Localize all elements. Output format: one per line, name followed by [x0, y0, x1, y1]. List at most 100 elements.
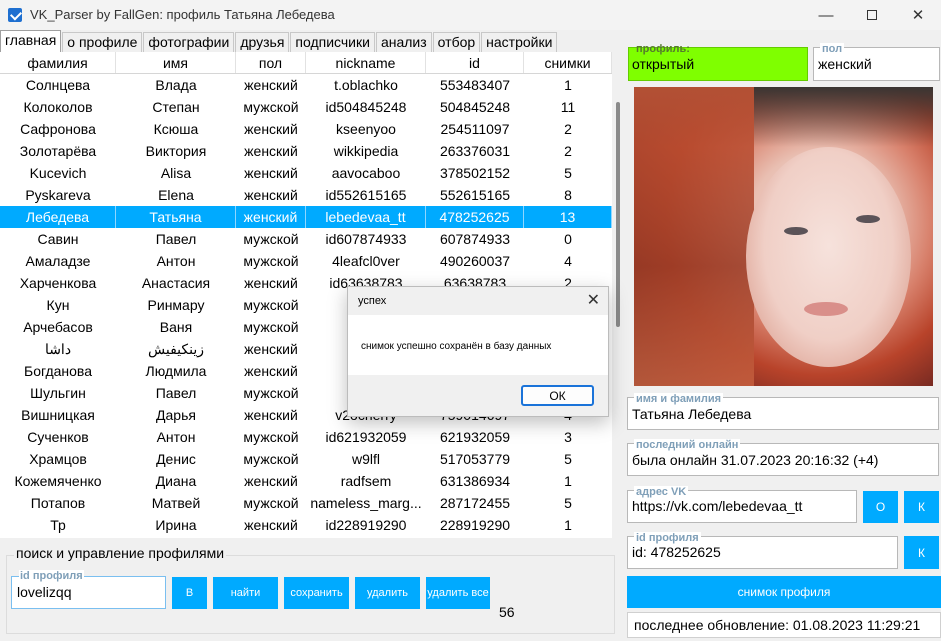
- cell-gender: мужской: [243, 319, 299, 335]
- column-header-id[interactable]: id: [426, 52, 524, 73]
- cell-id: 631386934: [439, 473, 511, 489]
- copy-url-button[interactable]: К: [904, 491, 939, 523]
- cell-firstname: Влада: [155, 77, 197, 93]
- column-header-snapshots[interactable]: снимки: [524, 52, 612, 73]
- cell-lastname: Вишницкая: [21, 407, 95, 423]
- cell-firstname: Анастасия: [141, 275, 211, 291]
- cell-firstname: Павел: [155, 231, 197, 247]
- profile-id-label: id профиля: [634, 532, 701, 544]
- table-row[interactable]: Золотарёва Виктория женский wikkipedia 26337…: [0, 140, 612, 162]
- table-row[interactable]: Потапов Матвей мужской nameless_marg... 2871…: [0, 492, 612, 514]
- cell-id: 517053779: [439, 451, 511, 467]
- cell-lastname: Сученков: [27, 429, 89, 445]
- b-button[interactable]: В: [172, 577, 207, 609]
- name-label: имя и фамилия: [634, 393, 724, 405]
- cell-nickname: id621932059: [325, 429, 407, 445]
- table-row[interactable]: Солнцева Влада женский t.oblachko 553483407 1: [0, 74, 612, 96]
- dialog-close-icon[interactable]: ✕: [587, 290, 600, 310]
- cell-lastname: Pyskareva: [25, 187, 91, 203]
- cell-firstname: Денис: [156, 451, 196, 467]
- cell-firstname: Татьяна: [116, 206, 236, 228]
- cell-nickname: radfsem: [340, 473, 392, 489]
- minimize-button[interactable]: —: [803, 0, 849, 30]
- column-header-gender[interactable]: пол: [236, 52, 306, 73]
- cell-id: 287172455: [439, 495, 511, 511]
- column-header-lastname[interactable]: фамилия: [0, 52, 116, 73]
- cell-lastname: Kucevich: [29, 165, 87, 181]
- online-label: последний онлайн: [634, 439, 741, 451]
- cell-id: 621932059: [439, 429, 511, 445]
- maximize-button[interactable]: [849, 0, 895, 30]
- tab-photos[interactable]: фотографии: [143, 32, 235, 52]
- success-dialog: успех ✕ снимок успешно сохранён в базу д…: [347, 286, 609, 417]
- cell-firstname: Антон: [156, 429, 196, 445]
- dialog-ok-button[interactable]: ОК: [521, 385, 594, 406]
- tab-friends[interactable]: друзья: [235, 32, 290, 52]
- profile-id-value[interactable]: id: 478252625: [632, 544, 721, 560]
- cell-firstname: Дарья: [156, 407, 196, 423]
- column-header-firstname[interactable]: имя: [116, 52, 236, 73]
- delete-button[interactable]: удалить: [355, 577, 420, 609]
- cell-nickname: id228919290: [325, 517, 407, 533]
- tab-about[interactable]: о профиле: [62, 32, 143, 52]
- cell-firstname: Матвей: [151, 495, 201, 511]
- find-button[interactable]: найти: [213, 577, 278, 609]
- cell-nickname: lebedevaa_tt: [306, 206, 426, 228]
- cell-gender: мужской: [243, 231, 299, 247]
- table-row[interactable]: Лебедева Татьяна женский lebedevaa_tt 478252…: [0, 206, 612, 228]
- profile-snapshot-button[interactable]: снимок профиля: [627, 576, 941, 608]
- save-button[interactable]: сохранить: [284, 577, 349, 609]
- cell-id: 378502152: [439, 165, 511, 181]
- table-row[interactable]: Кожемяченко Диана женский radfsem 631386934 1: [0, 470, 612, 492]
- profiles-count: 56: [499, 604, 515, 620]
- table-row[interactable]: Сученков Антон мужской id621932059 621932059…: [0, 426, 612, 448]
- cell-snapshots: 4: [564, 253, 572, 269]
- cell-lastname: Сафронова: [20, 121, 96, 137]
- table-scrollbar[interactable]: [612, 52, 624, 538]
- cell-gender: женский: [244, 77, 298, 93]
- cell-snapshots: 1: [564, 517, 572, 533]
- cell-lastname: Тр: [50, 517, 66, 533]
- cell-firstname: Alisa: [160, 165, 192, 181]
- copy-id-button[interactable]: К: [904, 536, 939, 569]
- cell-lastname: Потапов: [30, 495, 86, 511]
- cell-nickname: aavocaboo: [331, 165, 401, 181]
- close-window-button[interactable]: ✕: [895, 0, 941, 30]
- open-url-button[interactable]: О: [863, 491, 898, 523]
- cell-gender: женский: [244, 187, 298, 203]
- cell-gender: женский: [244, 407, 298, 423]
- table-row[interactable]: Pyskareva Elena женский id552615165 55261516…: [0, 184, 612, 206]
- scrollbar-thumb[interactable]: [616, 102, 620, 327]
- tab-selection[interactable]: отбор: [432, 32, 481, 52]
- cell-gender: женский: [244, 473, 298, 489]
- cell-lastname: Савин: [37, 231, 79, 247]
- table-row[interactable]: Храмцов Денис мужской w9lfl 517053779 5: [0, 448, 612, 470]
- cell-snapshots: 1: [564, 77, 572, 93]
- cell-id: 254511097: [440, 121, 510, 137]
- search-id-input[interactable]: lovelizqq: [17, 584, 71, 600]
- table-row[interactable]: Амаладзе Антон мужской 4leafcl0ver 490260037…: [0, 250, 612, 272]
- cell-id: 552615165: [439, 187, 511, 203]
- gender-label: пол: [820, 43, 845, 55]
- url-value[interactable]: https://vk.com/lebedevaa_tt: [632, 498, 802, 514]
- column-header-nickname[interactable]: nickname: [306, 52, 426, 73]
- cell-firstname: زینکیفیش: [148, 341, 204, 357]
- window-title: VK_Parser by FallGen: профиль Татьяна Ле…: [30, 7, 335, 22]
- tab-main[interactable]: главная: [0, 30, 62, 52]
- tab-settings[interactable]: настройки: [481, 32, 558, 52]
- last-update-text: последнее обновление: 01.08.2023 11:29:2…: [627, 612, 941, 638]
- table-row[interactable]: Колоколов Степан мужской id504845248 5048452…: [0, 96, 612, 118]
- tab-subscribers[interactable]: подписчики: [290, 32, 375, 52]
- cell-lastname: Амаладзе: [25, 253, 91, 269]
- table-row[interactable]: Kucevich Alisa женский aavocaboo 378502152 5: [0, 162, 612, 184]
- table-row[interactable]: Сафронова Ксюша женский kseenyoo 254511097 2: [0, 118, 612, 140]
- cell-gender: мужской: [243, 253, 299, 269]
- cell-lastname: داشا: [44, 341, 72, 357]
- cell-snapshots: 1: [564, 473, 572, 489]
- tab-analysis[interactable]: анализ: [375, 32, 432, 52]
- delete-all-button[interactable]: удалить все: [426, 577, 490, 609]
- table-row[interactable]: Тр Ирина женский id228919290 228919290 1: [0, 514, 612, 536]
- table-row[interactable]: Савин Павел мужской id607874933 607874933 0: [0, 228, 612, 250]
- cell-gender: женский: [244, 165, 298, 181]
- cell-firstname: Ваня: [159, 319, 193, 335]
